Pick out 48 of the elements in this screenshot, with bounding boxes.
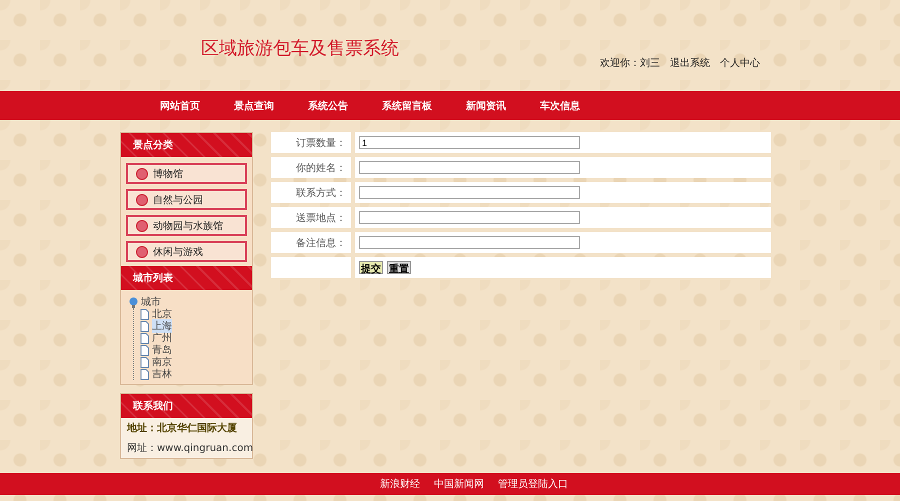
footer-link[interactable]: 新浪财经 (380, 477, 420, 491)
footer-link[interactable]: 中国新闻网 (434, 477, 484, 491)
globe-icon (129, 296, 138, 308)
tree-item[interactable]: 城市 (141, 295, 161, 309)
input-field[interactable] (359, 236, 580, 249)
panel-header: 联系我们 (121, 394, 252, 418)
nav-link[interactable]: 景点查询 (234, 98, 274, 112)
site-title: 区域旅游包车及售票系统 (201, 37, 399, 60)
category-item[interactable]: 动物园与水族馆 (126, 215, 247, 236)
file-icon (140, 332, 149, 344)
file-icon (140, 320, 149, 332)
field-label: 备注信息： (271, 232, 351, 253)
tree-item[interactable]: 北京 (152, 307, 172, 321)
field-label: 送票地点： (271, 207, 351, 228)
panel-header: 景点分类 (121, 133, 252, 157)
file-icon (140, 308, 149, 320)
tree-item[interactable]: 广州 (152, 331, 172, 345)
file-icon (140, 356, 149, 368)
nav-link[interactable]: 系统留言板 (382, 98, 432, 112)
reset-button[interactable]: 重置 (387, 261, 411, 274)
input-field[interactable] (359, 211, 580, 224)
category-item[interactable]: 自然与公园 (126, 189, 247, 210)
field-label: 订票数量： (271, 132, 351, 153)
input-field[interactable]: 1 (359, 136, 580, 149)
user-link[interactable]: 退出系统 (670, 56, 710, 70)
submit-button[interactable]: 提交 (359, 261, 383, 274)
footer-link[interactable]: 管理员登陆入口 (498, 477, 568, 491)
field-label: 联系方式： (271, 182, 351, 203)
user-link[interactable]: 个人中心 (720, 56, 760, 70)
file-icon (140, 344, 149, 356)
input-field[interactable] (359, 161, 580, 174)
tree-item[interactable]: 南京 (152, 355, 172, 369)
nav-link[interactable]: 车次信息 (540, 98, 580, 112)
nav-link[interactable]: 网站首页 (160, 98, 200, 112)
category-item[interactable]: 博物馆 (126, 163, 247, 184)
input-field[interactable] (359, 186, 580, 199)
file-icon (140, 368, 149, 380)
tree-item[interactable]: 吉林 (152, 367, 172, 381)
tree-item[interactable]: 青岛 (152, 343, 172, 357)
contact-text: 地址：北京华仁国际大厦 (126, 421, 238, 436)
nav-link[interactable]: 新闻资讯 (466, 98, 506, 112)
field-label: 你的姓名： (271, 157, 351, 178)
contact-text: 网址：www.qingruan.com (126, 442, 252, 456)
tree-item[interactable]: 上海 (152, 319, 172, 333)
panel-header: 城市列表 (121, 266, 252, 290)
nav-link[interactable]: 系统公告 (308, 98, 348, 112)
category-item[interactable]: 休闲与游戏 (126, 241, 247, 262)
user-link[interactable]: 欢迎你：刘三 (600, 56, 660, 70)
